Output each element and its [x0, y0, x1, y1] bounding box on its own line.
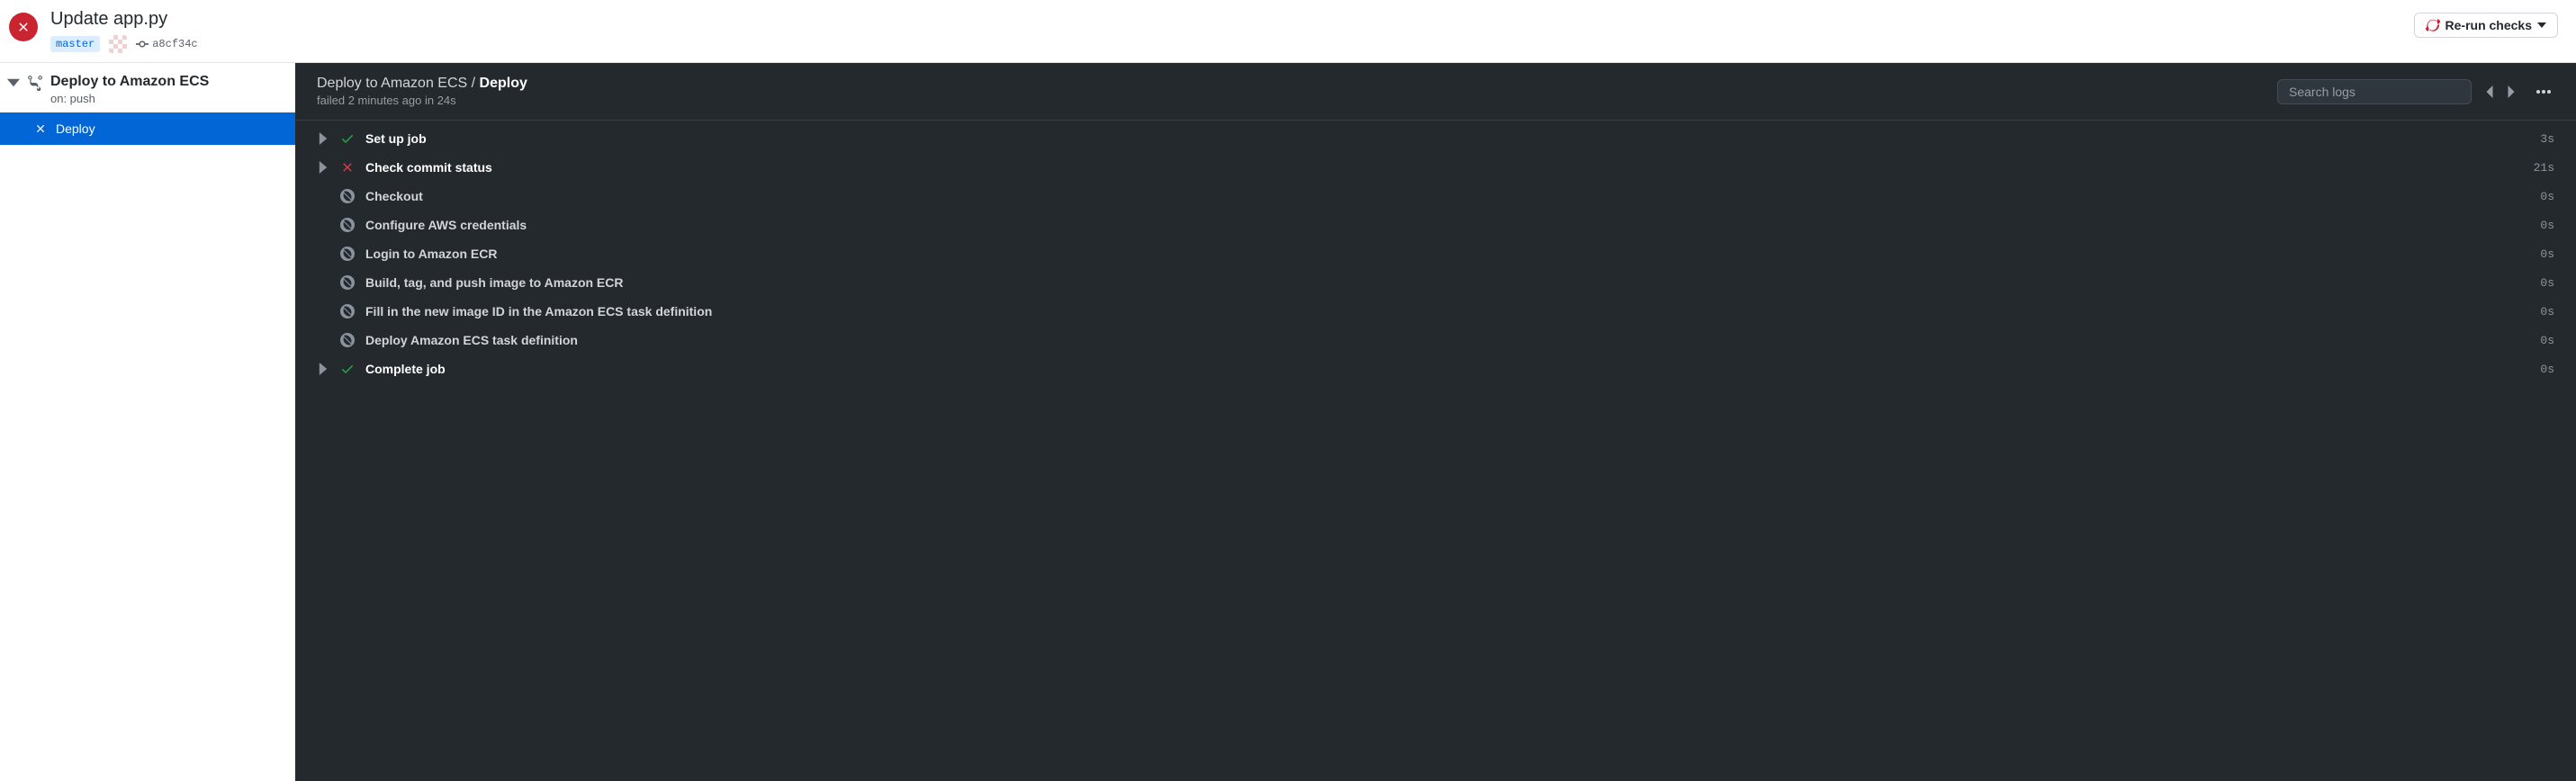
chevron-right-icon — [317, 161, 329, 174]
step-duration: 0s — [2540, 190, 2554, 203]
step-row[interactable]: Complete job 0s — [295, 355, 2576, 383]
chevron-left-icon — [2483, 85, 2496, 98]
kebab-icon — [2536, 85, 2551, 99]
step-duration: 0s — [2540, 305, 2554, 319]
step-row[interactable]: Set up job 3s — [295, 124, 2576, 153]
header-meta: master a8cf34c — [50, 35, 2401, 53]
breadcrumb: Deploy to Amazon ECS / Deploy failed 2 m… — [317, 76, 2277, 107]
step-name: Configure AWS credentials — [365, 218, 2529, 232]
branch-label[interactable]: master — [50, 36, 100, 52]
breadcrumb-path: Deploy to Amazon ECS / Deploy — [317, 76, 2277, 92]
commit-link[interactable]: a8cf34c — [136, 38, 197, 50]
skipped-icon — [340, 333, 355, 347]
breadcrumb-parent[interactable]: Deploy to Amazon ECS — [317, 76, 467, 91]
step-row: Login to Amazon ECR 0s — [295, 239, 2576, 268]
step-row: Checkout 0s — [295, 182, 2576, 211]
rerun-label: Re-run checks — [2445, 18, 2532, 32]
page-header: Update app.py master a8cf34c Re-run chec… — [0, 0, 2576, 63]
steps-list: Set up job 3s Check commit status 21s Checko… — [295, 121, 2576, 387]
search-input[interactable] — [2277, 79, 2472, 104]
step-name: Deploy Amazon ECS task definition — [365, 333, 2529, 347]
status-line: failed 2 minutes ago in 24s — [317, 94, 2277, 107]
more-menu-button[interactable] — [2533, 81, 2554, 103]
avatar[interactable] — [109, 35, 127, 53]
main-layout: Deploy to Amazon ECS on: push Deploy Dep… — [0, 63, 2576, 781]
step-row: Deploy Amazon ECS task definition 0s — [295, 326, 2576, 355]
step-row: Build, tag, and push image to Amazon ECR… — [295, 268, 2576, 297]
chevron-right-icon — [2505, 85, 2517, 98]
git-commit-icon — [136, 38, 149, 50]
step-duration: 3s — [2540, 132, 2554, 146]
step-name: Login to Amazon ECR — [365, 247, 2529, 261]
success-icon — [340, 131, 355, 146]
step-name: Build, tag, and push image to Amazon ECR — [365, 275, 2529, 290]
close-icon[interactable] — [9, 13, 38, 41]
workflow-trigger: on: push — [50, 92, 209, 105]
step-name: Check commit status — [365, 160, 2523, 175]
success-icon — [340, 362, 355, 376]
failed-icon — [340, 160, 355, 175]
step-name: Complete job — [365, 362, 2529, 376]
step-name: Fill in the new image ID in the Amazon E… — [365, 304, 2529, 319]
skipped-icon — [340, 275, 355, 290]
breadcrumb-current: Deploy — [480, 76, 527, 91]
step-duration: 0s — [2540, 219, 2554, 232]
caret-down-icon — [2537, 21, 2546, 30]
step-duration: 0s — [2540, 363, 2554, 376]
chevron-right-icon — [317, 363, 329, 375]
sidebar-job-deploy[interactable]: Deploy — [0, 112, 295, 145]
x-icon — [34, 122, 47, 135]
step-duration: 0s — [2540, 247, 2554, 261]
rerun-checks-button[interactable]: Re-run checks — [2414, 13, 2558, 38]
prev-result-button[interactable] — [2479, 81, 2500, 103]
skipped-icon — [340, 189, 355, 203]
step-name: Set up job — [365, 131, 2529, 146]
job-name-label: Deploy — [56, 121, 95, 136]
log-nav — [2479, 81, 2522, 103]
chevron-right-icon — [317, 132, 329, 145]
step-row: Configure AWS credentials 0s — [295, 211, 2576, 239]
skipped-icon — [340, 218, 355, 232]
workflow-icon — [27, 75, 43, 91]
workflow-name: Deploy to Amazon ECS — [50, 74, 209, 90]
skipped-icon — [340, 247, 355, 261]
step-duration: 0s — [2540, 276, 2554, 290]
workflow-header[interactable]: Deploy to Amazon ECS on: push — [0, 63, 295, 112]
skipped-icon — [340, 304, 355, 319]
content-pane: Deploy to Amazon ECS / Deploy failed 2 m… — [295, 63, 2576, 781]
triangle-down-icon — [7, 76, 20, 89]
step-duration: 0s — [2540, 334, 2554, 347]
workflow-text: Deploy to Amazon ECS on: push — [50, 74, 209, 105]
sync-icon — [2426, 18, 2440, 32]
sidebar: Deploy to Amazon ECS on: push Deploy — [0, 63, 295, 781]
step-row[interactable]: Check commit status 21s — [295, 153, 2576, 182]
step-row: Fill in the new image ID in the Amazon E… — [295, 297, 2576, 326]
step-name: Checkout — [365, 189, 2529, 203]
content-header: Deploy to Amazon ECS / Deploy failed 2 m… — [295, 63, 2576, 121]
header-info: Update app.py master a8cf34c — [50, 9, 2401, 53]
commit-sha: a8cf34c — [152, 38, 197, 50]
page-title: Update app.py — [50, 9, 2401, 30]
step-duration: 21s — [2534, 161, 2554, 175]
next-result-button[interactable] — [2500, 81, 2522, 103]
